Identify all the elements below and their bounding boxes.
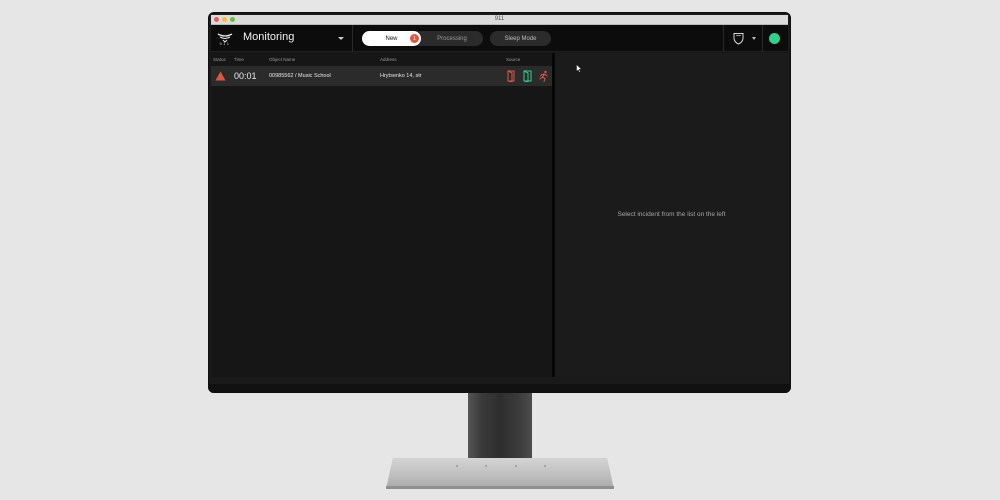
column-header-object-name[interactable]: Object Name xyxy=(269,57,295,62)
header-divider xyxy=(723,25,724,52)
monitor-chin xyxy=(208,384,791,393)
chevron-down-icon[interactable] xyxy=(338,37,344,40)
window-titlebar: 911 xyxy=(211,15,788,25)
header-divider xyxy=(352,25,353,52)
monitor-stand-dots xyxy=(456,465,546,467)
main-content: Status Time Object Name Address Source 0… xyxy=(211,53,788,377)
mouse-cursor-icon xyxy=(576,64,582,73)
sleep-mode-label: Sleep Mode xyxy=(504,35,537,42)
monitor-stand-base xyxy=(386,458,614,489)
column-header-address[interactable]: Address xyxy=(380,57,397,62)
tab-processing[interactable]: Processing xyxy=(421,31,483,46)
security-menu[interactable] xyxy=(733,32,759,46)
screen: 911 911 Monitoring New 1 Processing Slee… xyxy=(211,15,788,377)
tab-new[interactable]: New 1 xyxy=(362,31,421,46)
incident-object-name: 00985562 / Music School xyxy=(269,73,331,79)
header-divider xyxy=(762,25,763,52)
tab-processing-label: Processing xyxy=(437,35,467,42)
column-header-status[interactable]: Status xyxy=(213,57,226,62)
app-header: 911 Monitoring New 1 Processing Sleep Mo… xyxy=(211,25,788,52)
tab-new-label: New xyxy=(385,35,398,42)
incident-detail-panel: Select incident from the list on the lef… xyxy=(555,53,788,377)
incident-list-panel: Status Time Object Name Address Source 0… xyxy=(211,53,552,377)
monitor-stand-neck xyxy=(468,393,532,463)
shield-icon xyxy=(733,33,744,45)
chevron-down-icon xyxy=(752,37,756,40)
window-title: 911 xyxy=(494,16,505,22)
column-header-time[interactable]: Time xyxy=(234,57,244,62)
column-header-source[interactable]: Source xyxy=(506,57,520,62)
sleep-mode-button[interactable]: Sleep Mode xyxy=(490,31,551,46)
incident-address: Hrytsenko 14, str xyxy=(380,73,422,79)
door-open-green-icon xyxy=(523,70,532,82)
empty-state-message: Select incident from the list on the lef… xyxy=(617,211,726,218)
logo-text: 911 xyxy=(219,41,231,46)
tab-new-count-badge: 1 xyxy=(410,34,419,43)
table-header: Status Time Object Name Address Source xyxy=(211,53,552,66)
connection-status-indicator xyxy=(769,33,780,44)
alert-triangle-icon xyxy=(215,71,226,81)
motion-runner-icon xyxy=(539,70,548,82)
monitor-stand-base-edge xyxy=(386,486,614,489)
app-title[interactable]: Monitoring xyxy=(243,31,294,43)
incident-time: 00:01 xyxy=(234,71,257,81)
incident-tabs: New 1 Processing xyxy=(362,31,483,46)
door-open-red-icon xyxy=(507,70,515,82)
table-row[interactable]: 00:01 00985562 / Music School Hrytsenko … xyxy=(211,66,552,86)
